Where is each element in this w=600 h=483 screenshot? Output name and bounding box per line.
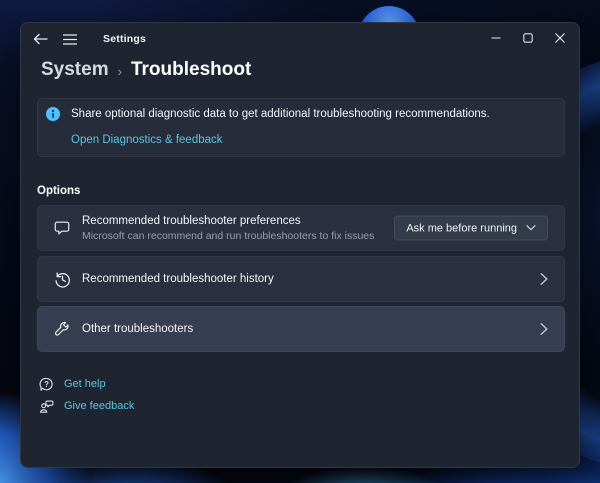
get-help-link[interactable]: ? Get help xyxy=(39,375,106,393)
close-icon xyxy=(555,33,565,43)
chevron-down-icon xyxy=(526,225,536,232)
person-feedback-icon xyxy=(39,399,54,414)
speech-bubble-icon xyxy=(52,219,72,237)
close-button[interactable] xyxy=(544,24,576,52)
options-section-header: Options xyxy=(37,185,80,197)
card-text-block: Recommended troubleshooter preferences M… xyxy=(82,215,374,242)
card-troubleshooter-history[interactable]: Recommended troubleshooter history xyxy=(37,256,565,302)
card-subtitle: Microsoft can recommend and run troubles… xyxy=(82,230,374,242)
breadcrumb-separator: › xyxy=(118,62,122,79)
settings-window: Settings System › Troubleshoot xyxy=(20,22,580,468)
menu-button[interactable] xyxy=(55,26,85,52)
card-title: Other troubleshooters xyxy=(82,323,193,335)
give-feedback-link[interactable]: Give feedback xyxy=(39,397,134,415)
page-title: Troubleshoot xyxy=(131,59,251,81)
card-other-troubleshooters[interactable]: Other troubleshooters xyxy=(37,306,565,352)
wrench-icon xyxy=(52,320,72,338)
minimize-icon xyxy=(491,33,501,43)
troubleshooter-preference-dropdown[interactable]: Ask me before running xyxy=(394,216,548,241)
open-diagnostics-feedback-link[interactable]: Open Diagnostics & feedback xyxy=(71,134,223,146)
breadcrumb: System › Troubleshoot xyxy=(41,59,251,81)
banner-message: Share optional diagnostic data to get ad… xyxy=(71,108,490,120)
chevron-right-icon xyxy=(540,323,548,336)
hamburger-icon xyxy=(63,34,77,45)
maximize-icon xyxy=(523,33,533,43)
arrow-left-icon xyxy=(33,33,48,45)
card-title: Recommended troubleshooter preferences xyxy=(82,215,374,227)
chevron-right-icon xyxy=(540,273,548,286)
maximize-button[interactable] xyxy=(512,24,544,52)
back-button[interactable] xyxy=(25,26,55,52)
info-icon xyxy=(46,107,60,121)
card-title: Recommended troubleshooter history xyxy=(82,273,274,285)
dropdown-selected-value: Ask me before running xyxy=(406,222,517,234)
get-help-label: Get help xyxy=(64,378,106,390)
titlebar: Settings xyxy=(21,23,579,55)
diagnostic-info-banner: Share optional diagnostic data to get ad… xyxy=(37,98,565,157)
svg-text:?: ? xyxy=(44,379,49,388)
give-feedback-label: Give feedback xyxy=(64,400,134,412)
minimize-button[interactable] xyxy=(480,24,512,52)
card-troubleshooter-preferences: Recommended troubleshooter preferences M… xyxy=(37,205,565,251)
history-icon xyxy=(52,270,72,289)
help-chat-icon: ? xyxy=(39,377,54,392)
caption-buttons xyxy=(480,24,576,52)
breadcrumb-system[interactable]: System xyxy=(41,59,109,81)
window-title: Settings xyxy=(103,33,146,45)
